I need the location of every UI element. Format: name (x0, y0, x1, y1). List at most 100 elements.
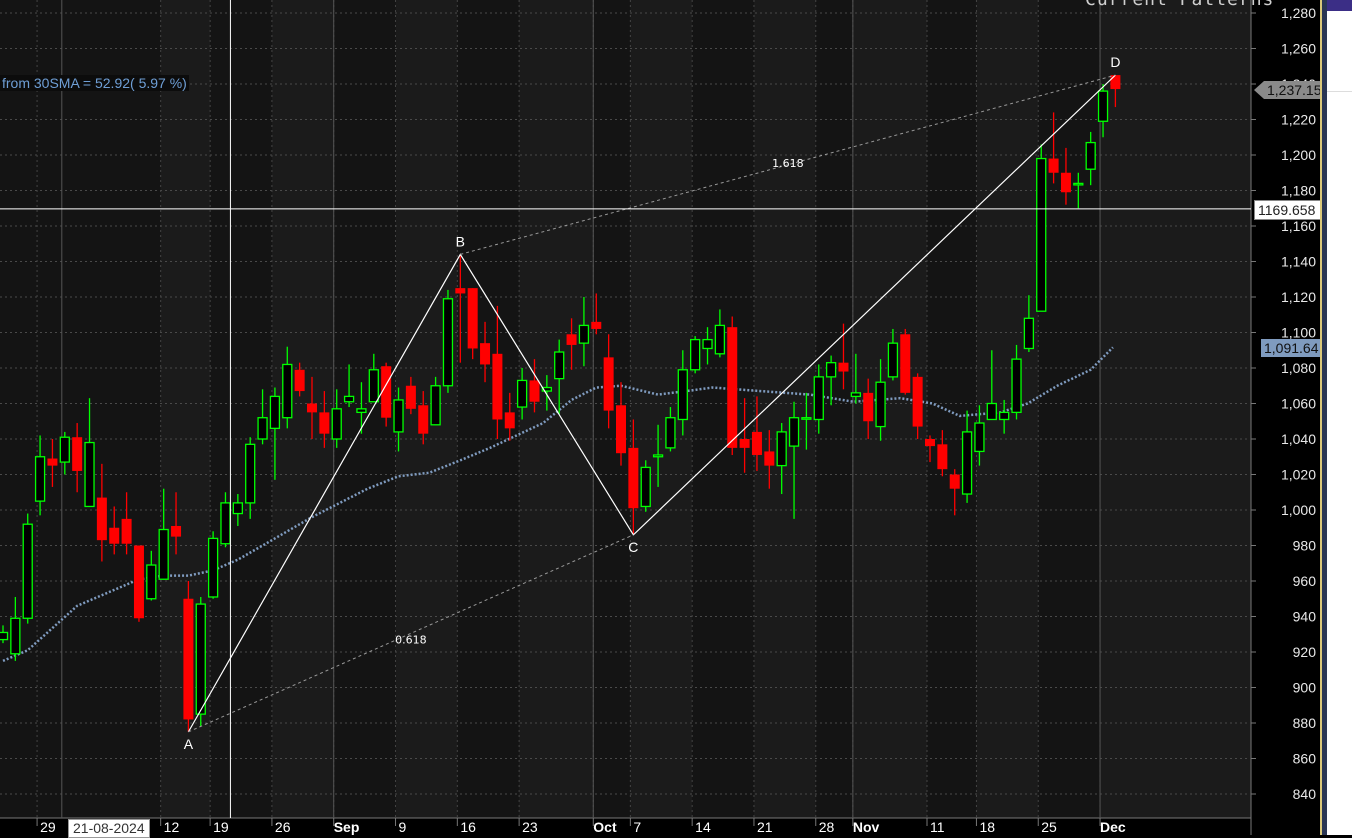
side-panel (1327, 0, 1352, 835)
candle-body-up (690, 338, 701, 371)
price-tick-label: 1,000 (1281, 502, 1316, 518)
crosshair-price-tag: 1169.658 (1254, 200, 1324, 220)
candle (183, 581, 194, 732)
time-tick-label: Dec (1100, 819, 1126, 835)
candle (1036, 144, 1047, 312)
candle-body-up (1073, 182, 1084, 186)
price-tick-label: 1,040 (1281, 431, 1316, 447)
candle-body-down (912, 376, 923, 427)
candle-body-up (578, 324, 590, 344)
candle-body-up (393, 399, 404, 433)
candle-body-up (677, 369, 688, 421)
candle-body-up (220, 502, 231, 545)
candle-body-up (714, 324, 726, 355)
candle-body-down (480, 343, 491, 365)
pattern-point-label: B (456, 233, 465, 249)
time-tick-label: 11 (930, 819, 945, 835)
candle-body-up (1036, 157, 1047, 312)
candle-body-down (72, 437, 83, 471)
price-tick-label: 1,260 (1281, 41, 1316, 57)
time-tick-label: 18 (979, 819, 995, 835)
candle-body-down (492, 353, 503, 420)
candle-body-up (84, 441, 95, 508)
price-tick-label: 1,080 (1281, 360, 1316, 376)
candle-body-up (10, 617, 21, 655)
candle-body-down (455, 288, 466, 294)
candle (900, 328, 911, 395)
pattern-point-label: C (628, 539, 638, 555)
candle-body-down (467, 288, 478, 349)
candle-body-down (739, 439, 750, 448)
candle-body-up (1085, 141, 1096, 170)
price-tick-label: 960 (1293, 573, 1317, 589)
candle-body-up (158, 528, 169, 580)
plot-band (927, 0, 977, 818)
candle-body-up (257, 417, 268, 440)
candle-body-up (999, 411, 1010, 421)
candle-body-down (1048, 158, 1059, 173)
pattern-point-label: D (1110, 54, 1120, 70)
candle-body-down (319, 412, 330, 434)
candle-body-down (566, 334, 577, 345)
plot-band (1038, 0, 1101, 818)
candle-body-up (640, 466, 651, 508)
candle-body-up (34, 456, 46, 502)
price-tick-label: 1,200 (1281, 147, 1316, 163)
price-tick-label: 880 (1293, 715, 1317, 731)
candle-body-up (430, 385, 441, 426)
side-panel-header (1327, 0, 1352, 11)
candle-body-down (591, 321, 602, 329)
candle (727, 316, 738, 455)
candle-body-up (1097, 90, 1109, 122)
candle-body-down (529, 380, 540, 402)
candle (195, 596, 206, 727)
candle-body-down (171, 525, 182, 537)
candle-body-down (616, 405, 626, 454)
candle-body-up (195, 603, 206, 715)
candle-body-up (442, 298, 454, 387)
candle-body-up (986, 402, 997, 421)
price-tick-label: 840 (1293, 786, 1317, 802)
candlestick-chart[interactable]: 840 860 880 900 920 940 960 980 1,000 1,020 1,040 1… (0, 0, 1320, 835)
candle-body-down (405, 385, 416, 409)
candle-body-down (133, 545, 144, 619)
candle-body-up (245, 443, 256, 504)
candle-body-up (702, 338, 713, 350)
candle-body-up (232, 502, 243, 515)
candle-body-up (331, 408, 342, 440)
candle-body-down (1060, 172, 1071, 193)
candle (381, 362, 392, 427)
candle-body-down (96, 497, 107, 541)
candle-body-up (813, 376, 824, 421)
candle (690, 336, 701, 374)
price-tick-label: 1,180 (1281, 183, 1316, 199)
candle-body-up (356, 408, 367, 414)
candle (22, 513, 33, 624)
price-tick-label: 920 (1293, 644, 1317, 660)
candle-body-up (652, 454, 664, 458)
time-tick-label: 25 (1041, 819, 1057, 835)
time-tick-label: 23 (522, 819, 538, 835)
candle-body-down (47, 458, 58, 466)
candle-body-up (788, 417, 800, 447)
candle (640, 460, 651, 512)
candle-body-up (974, 422, 985, 453)
candle-body-up (59, 436, 70, 463)
price-tick-label: 980 (1293, 538, 1317, 554)
price-tick-label: 900 (1293, 680, 1317, 696)
plot-band (37, 0, 161, 818)
candle-body-up (875, 381, 886, 428)
time-tick-label: 26 (275, 819, 291, 835)
price-tick-label: 1,020 (1281, 467, 1316, 483)
candle-body-down (751, 431, 762, 455)
candle-body-up (1023, 317, 1035, 350)
price-tick-label: 1,140 (1281, 254, 1316, 270)
candle-body-down (1110, 75, 1121, 90)
price-tick-label: 940 (1293, 609, 1317, 625)
side-panel-separator (1327, 91, 1352, 92)
time-axis-background (0, 819, 1251, 835)
candle-body-up (282, 363, 293, 419)
fib-ratio-label: 1.618 (772, 157, 804, 170)
time-tick-label: 12 (164, 819, 180, 835)
candle-body-down (418, 405, 429, 434)
